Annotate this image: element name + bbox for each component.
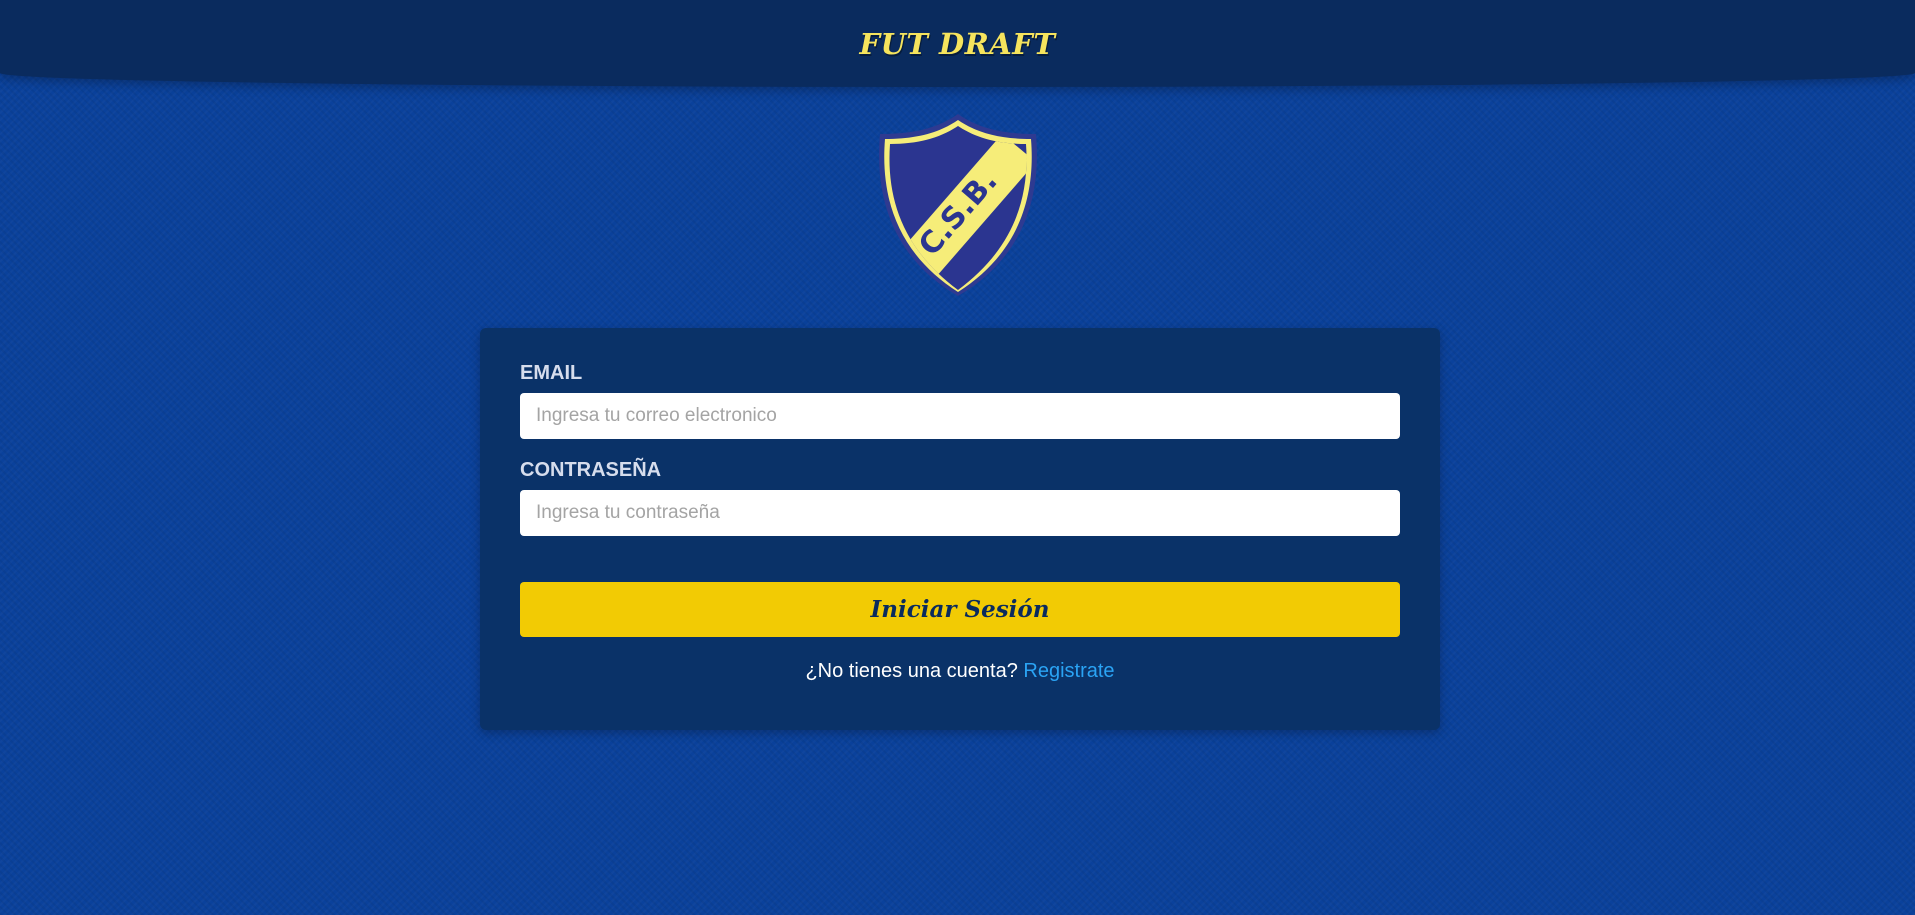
login-button[interactable]: Iniciar Sesión (520, 582, 1400, 637)
email-field[interactable] (520, 393, 1400, 439)
shield-icon: C.S.B. (879, 114, 1037, 296)
top-header: FUT DRAFT (0, 0, 1915, 87)
club-crest-logo: C.S.B. (876, 110, 1040, 296)
register-link[interactable]: Registrate (1023, 660, 1114, 682)
app-title: FUT DRAFT (859, 27, 1056, 61)
register-prompt-line: ¿No tienes una cuenta? Registrate (480, 660, 1440, 683)
password-field[interactable] (520, 490, 1400, 536)
register-prompt-text: ¿No tienes una cuenta? (805, 660, 1018, 682)
login-card: EMAIL CONTRASEÑA Iniciar Sesión ¿No tien… (480, 328, 1440, 730)
email-label: EMAIL (520, 362, 583, 384)
password-label: CONTRASEÑA (520, 459, 662, 481)
